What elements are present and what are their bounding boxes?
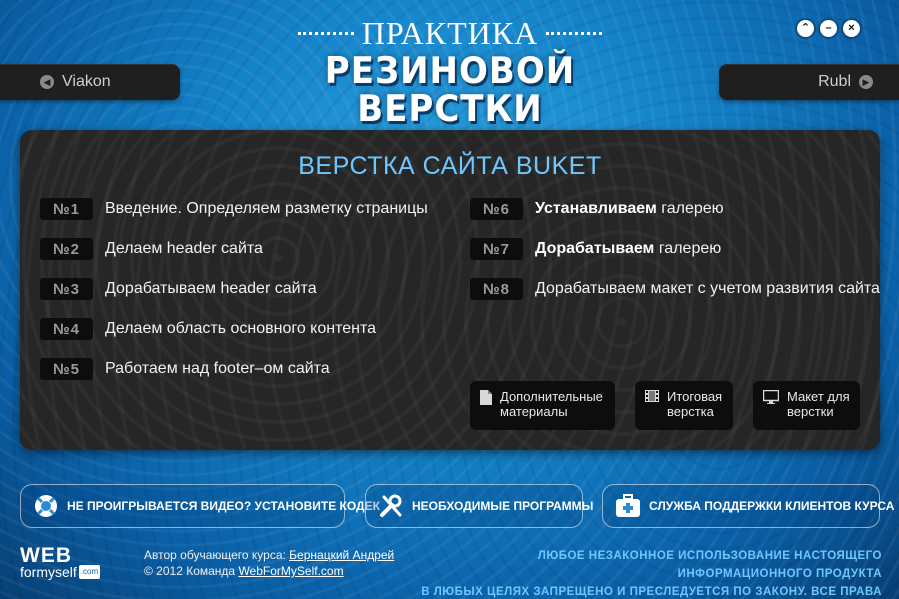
- prev-project-label: Viakon: [62, 73, 111, 90]
- logo-sub-text: formyself: [20, 564, 77, 580]
- lesson-number: №3: [40, 278, 93, 300]
- webformyself-logo[interactable]: WEB formyself .com: [20, 544, 130, 579]
- lesson-title-bold: Дорабатываем: [535, 240, 655, 257]
- lesson-4[interactable]: №4 Делаем область основного контента: [40, 318, 376, 340]
- final-layout-label: Итоговая верстка: [667, 389, 722, 419]
- lesson-title: Устанавливаем галерею: [535, 200, 724, 218]
- customer-support-label: СЛУЖБА ПОДДЕРЖКИ КЛИЕНТОВ КУРСА: [649, 499, 895, 513]
- lesson-3[interactable]: №3 Дорабатываем header сайта: [40, 278, 317, 300]
- next-project-label: Rubl: [818, 73, 851, 90]
- legal-notice: Любое незаконное использование настоящег…: [410, 547, 882, 599]
- copyright-prefix: © 2012 Команда: [144, 564, 239, 578]
- lesson-title: Дорабатываем header сайта: [105, 280, 317, 297]
- panel-title: ВЕРСТКА САЙТА BUKET: [298, 152, 602, 180]
- course-logo: ПРАКТИКА РЕЗИНОВОЙ ВЕРСТКИ: [297, 14, 603, 131]
- lesson-8[interactable]: №8 Дорабатываем макет с учетом развития …: [470, 278, 880, 300]
- first-aid-kit-icon: [616, 494, 640, 517]
- author-link[interactable]: Бернацкий Андрей: [289, 548, 394, 562]
- tools-icon: [380, 494, 402, 517]
- lesson-number: №4: [40, 318, 93, 340]
- monitor-icon: [763, 390, 779, 404]
- logo-dots-right: [546, 31, 603, 35]
- logo-line3: ВЕРСТКИ: [357, 87, 543, 131]
- lesson-title: Делаем область основного контента: [105, 320, 377, 337]
- design-mockup-button[interactable]: Макет для верстки: [753, 381, 860, 430]
- copyright-link[interactable]: WebForMySelf.com: [238, 564, 343, 578]
- lesson-number: №5: [40, 358, 93, 380]
- lesson-title-rest: галерею: [654, 240, 722, 257]
- lesson-title-bold: Устанавливаем: [535, 200, 657, 217]
- lesson-7[interactable]: №7 Дорабатываем галерею: [470, 238, 721, 260]
- legal-line1: Любое незаконное использование настоящег…: [537, 550, 882, 580]
- lesson-number: №2: [40, 238, 93, 260]
- chevron-left-icon: ◀: [40, 75, 54, 89]
- label-line2: материалы: [500, 404, 568, 419]
- label-line2: верстки: [787, 404, 834, 419]
- lesson-1[interactable]: №1 Введение. Определяем разметку страниц…: [40, 198, 428, 220]
- logo-line2: РЕЗИНОВОЙ: [324, 49, 576, 93]
- film-icon: [645, 390, 659, 402]
- copyright-line: © 2012 Команда WebForMySelf.com: [144, 563, 394, 579]
- logo-top-line: ПРАКТИКА: [297, 14, 603, 52]
- label-line1: Макет для: [787, 389, 850, 404]
- author-prefix: Автор обучающего курса:: [144, 548, 290, 562]
- lesson-title-rest: галерею: [656, 200, 724, 217]
- design-mockup-label: Макет для верстки: [787, 389, 850, 419]
- prev-project-button[interactable]: ◀ Viakon: [0, 64, 180, 100]
- codec-help-label: НЕ ПРОИГРЫВАЕТСЯ ВИДЕО? УСТАНОВИТЕ КОДЕК: [67, 499, 380, 513]
- codec-help-button[interactable]: НЕ ПРОИГРЫВАЕТСЯ ВИДЕО? УСТАНОВИТЕ КОДЕК: [20, 484, 380, 528]
- minimize-button[interactable]: –: [820, 20, 837, 37]
- lesson-5[interactable]: №5 Работаем над footer–ом сайта: [40, 358, 330, 380]
- lesson-title: Введение. Определяем разметку страницы: [105, 200, 428, 217]
- close-button[interactable]: ×: [843, 20, 860, 37]
- author-line: Автор обучающего курса: Бернацкий Андрей: [144, 547, 394, 563]
- label-line1: Дополнительные: [500, 389, 603, 404]
- lesson-title: Дорабатываем галерею: [535, 240, 721, 258]
- lesson-title: Дорабатываем макет с учетом развития сай…: [535, 280, 880, 297]
- final-layout-button[interactable]: Итоговая верстка: [635, 381, 733, 430]
- lesson-number: №1: [40, 198, 93, 220]
- lesson-title: Делаем header сайта: [105, 240, 263, 257]
- label-line1: Итоговая: [667, 389, 723, 404]
- logo-dots-left: [297, 31, 354, 35]
- window-controls: ⌃ – ×: [797, 20, 860, 37]
- next-project-button[interactable]: Rubl ▶: [719, 64, 899, 100]
- lesson-number: №8: [470, 278, 523, 300]
- required-software-label: НЕОБХОДИМЫЕ ПРОГРАММЫ: [412, 499, 594, 513]
- lesson-number: №6: [470, 198, 523, 220]
- lesson-2[interactable]: №2 Делаем header сайта: [40, 238, 263, 260]
- lesson-number: №7: [470, 238, 523, 260]
- logo-web-text: WEB: [20, 544, 72, 567]
- extra-materials-button[interactable]: Дополнительные материалы: [470, 381, 615, 430]
- extra-materials-label: Дополнительные материалы: [500, 389, 603, 419]
- required-software-button[interactable]: НЕОБХОДИМЫЕ ПРОГРАММЫ: [365, 484, 593, 528]
- label-line2: верстка: [667, 404, 714, 419]
- lesson-6[interactable]: №6 Устанавливаем галерею: [470, 198, 724, 220]
- lessons-panel: ВЕРСТКА САЙТА BUKET №1 Введение. Определ…: [20, 130, 880, 450]
- document-icon: [480, 390, 492, 405]
- credits: Автор обучающего курса: Бернацкий Андрей…: [144, 547, 394, 579]
- logo-sub-row: formyself .com: [20, 565, 130, 579]
- legal-line2: в любых целях запрещено и преследуется п…: [421, 586, 882, 598]
- chevron-right-icon: ▶: [859, 75, 873, 89]
- customer-support-button[interactable]: СЛУЖБА ПОДДЕРЖКИ КЛИЕНТОВ КУРСА: [602, 484, 894, 528]
- lifebuoy-icon: [35, 495, 57, 517]
- lesson-title: Работаем над footer–ом сайта: [105, 360, 330, 377]
- logo-line1: ПРАКТИКА: [361, 15, 539, 51]
- maximize-button[interactable]: ⌃: [797, 20, 814, 37]
- logo-com-text: .com: [78, 565, 101, 579]
